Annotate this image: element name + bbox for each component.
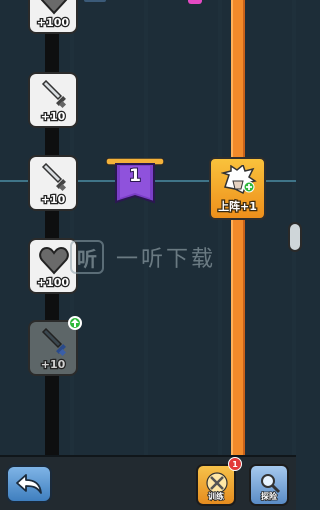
top-gem-fragment [188,0,202,4]
train-button[interactable]: 训练 [196,464,236,506]
explore-label: 探险 [260,491,278,502]
side-menu-edge-icon[interactable] [288,222,302,252]
tile-reward-label: +10 [39,109,66,125]
white-hair-hero-icon [220,163,257,195]
tile-reward-label: +100 [36,275,71,291]
reward-card[interactable]: 上阵+1 [209,157,266,220]
level-number: 1 [128,165,142,187]
sword-icon [39,80,69,110]
watermark: 听 一听下载 [70,237,240,277]
heart-icon [39,0,69,16]
left-progress-track [45,0,59,455]
sword-tile[interactable]: +10 [28,72,78,128]
top-item-fragment [84,0,106,2]
heart-icon [39,246,69,276]
right-progress-track [231,0,245,455]
train-notification-badge: 1 [228,457,242,471]
tile-reward-label: +10 [39,192,66,208]
reward-label: 上阵+1 [217,199,258,215]
sword-tile-locked[interactable]: +10 [28,316,82,376]
tile-reward-label: +10 [39,357,66,373]
tile-reward-label: +100 [36,15,71,31]
heart-tile[interactable]: +100 [28,0,78,34]
back-arrow-icon [16,474,42,494]
sword-icon [39,163,69,193]
sword-icon [39,328,69,358]
train-label: 训练 [207,491,225,502]
sword-tile[interactable]: +10 [28,155,78,211]
back-button[interactable] [6,465,52,503]
upgrade-available-icon [68,316,82,330]
watermark-text: 一听下载 [116,247,217,272]
explore-button[interactable]: 探险 [249,464,289,506]
level-banner: 1 [106,158,164,210]
watermark-logo: 听 [70,240,104,274]
